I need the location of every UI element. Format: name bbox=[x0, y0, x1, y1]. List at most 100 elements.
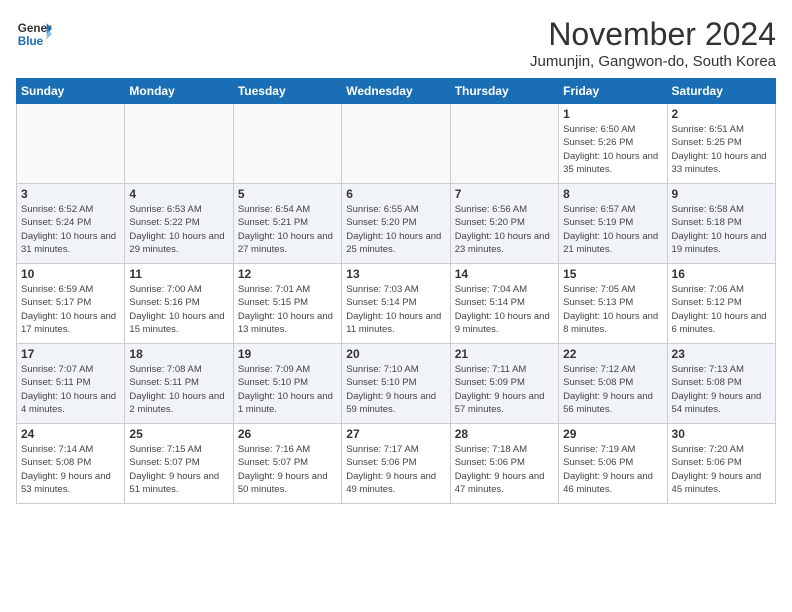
day-number: 29 bbox=[563, 427, 662, 441]
location: Jumunjin, Gangwon-do, South Korea bbox=[530, 53, 776, 70]
day-info: Sunrise: 6:50 AM Sunset: 5:26 PM Dayligh… bbox=[563, 123, 662, 176]
weekday-header-saturday: Saturday bbox=[667, 79, 775, 104]
day-info: Sunrise: 7:06 AM Sunset: 5:12 PM Dayligh… bbox=[672, 283, 771, 336]
day-info: Sunrise: 7:16 AM Sunset: 5:07 PM Dayligh… bbox=[238, 443, 337, 496]
calendar-day bbox=[17, 104, 125, 184]
day-number: 28 bbox=[455, 427, 554, 441]
calendar-day: 8 Sunrise: 6:57 AM Sunset: 5:19 PM Daylig… bbox=[559, 184, 667, 264]
calendar-week-row: 3 Sunrise: 6:52 AM Sunset: 5:24 PM Daylig… bbox=[17, 184, 776, 264]
calendar-day: 5Sunrise: 6:54 AM Sunset: 5:21 PM Daylig… bbox=[233, 184, 341, 264]
calendar-day: 2 Sunrise: 6:51 AM Sunset: 5:25 PM Daylig… bbox=[667, 104, 775, 184]
day-number: 27 bbox=[346, 427, 445, 441]
day-info: Sunrise: 7:01 AM Sunset: 5:15 PM Dayligh… bbox=[238, 283, 337, 336]
day-info: Sunrise: 7:13 AM Sunset: 5:08 PM Dayligh… bbox=[672, 363, 771, 416]
calendar-day bbox=[233, 104, 341, 184]
calendar-day: 13Sunrise: 7:03 AM Sunset: 5:14 PM Dayli… bbox=[342, 264, 450, 344]
svg-text:Blue: Blue bbox=[18, 35, 44, 48]
day-info: Sunrise: 7:05 AM Sunset: 5:13 PM Dayligh… bbox=[563, 283, 662, 336]
calendar-day: 30Sunrise: 7:20 AM Sunset: 5:06 PM Dayli… bbox=[667, 424, 775, 504]
calendar-day: 6 Sunrise: 6:55 AM Sunset: 5:20 PM Daylig… bbox=[342, 184, 450, 264]
day-number: 11 bbox=[129, 267, 228, 281]
day-info: Sunrise: 7:18 AM Sunset: 5:06 PM Dayligh… bbox=[455, 443, 554, 496]
day-info: Sunrise: 7:08 AM Sunset: 5:11 PM Dayligh… bbox=[129, 363, 228, 416]
day-info: Sunrise: 6:54 AM Sunset: 5:21 PM Dayligh… bbox=[238, 203, 337, 256]
day-info: Sunrise: 7:07 AM Sunset: 5:11 PM Dayligh… bbox=[21, 363, 120, 416]
day-info: Sunrise: 7:03 AM Sunset: 5:14 PM Dayligh… bbox=[346, 283, 445, 336]
day-number: 7 bbox=[455, 187, 554, 201]
day-info: Sunrise: 6:52 AM Sunset: 5:24 PM Dayligh… bbox=[21, 203, 120, 256]
day-number: 26 bbox=[238, 427, 337, 441]
day-number: 19 bbox=[238, 347, 337, 361]
day-number: 20 bbox=[346, 347, 445, 361]
day-info: Sunrise: 6:59 AM Sunset: 5:17 PM Dayligh… bbox=[21, 283, 120, 336]
day-number: 2 bbox=[672, 107, 771, 121]
weekday-header-wednesday: Wednesday bbox=[342, 79, 450, 104]
calendar-day: 21 Sunrise: 7:11 AM Sunset: 5:09 PM Dayli… bbox=[450, 344, 558, 424]
day-number: 23 bbox=[672, 347, 771, 361]
day-number: 25 bbox=[129, 427, 228, 441]
title-block: November 2024 Jumunjin, Gangwon-do, Sout… bbox=[530, 16, 776, 70]
day-info: Sunrise: 7:19 AM Sunset: 5:06 PM Dayligh… bbox=[563, 443, 662, 496]
day-number: 10 bbox=[21, 267, 120, 281]
day-number: 22 bbox=[563, 347, 662, 361]
calendar-day: 23 Sunrise: 7:13 AM Sunset: 5:08 PM Dayli… bbox=[667, 344, 775, 424]
day-info: Sunrise: 7:15 AM Sunset: 5:07 PM Dayligh… bbox=[129, 443, 228, 496]
calendar-week-row: 17 Sunrise: 7:07 AM Sunset: 5:11 PM Dayli… bbox=[17, 344, 776, 424]
calendar-day: 19 Sunrise: 7:09 AM Sunset: 5:10 PM Dayli… bbox=[233, 344, 341, 424]
day-number: 6 bbox=[346, 187, 445, 201]
day-number: 9 bbox=[672, 187, 771, 201]
day-info: Sunrise: 7:10 AM Sunset: 5:10 PM Dayligh… bbox=[346, 363, 445, 416]
calendar-table: SundayMondayTuesdayWednesdayThursdayFrid… bbox=[16, 78, 776, 504]
day-info: Sunrise: 7:14 AM Sunset: 5:08 PM Dayligh… bbox=[21, 443, 120, 496]
day-info: Sunrise: 7:00 AM Sunset: 5:16 PM Dayligh… bbox=[129, 283, 228, 336]
logo: General Blue bbox=[16, 16, 52, 52]
day-number: 21 bbox=[455, 347, 554, 361]
weekday-header-sunday: Sunday bbox=[17, 79, 125, 104]
day-number: 3 bbox=[21, 187, 120, 201]
day-info: Sunrise: 6:57 AM Sunset: 5:19 PM Dayligh… bbox=[563, 203, 662, 256]
page-header: General Blue November 2024 Jumunjin, Gan… bbox=[16, 16, 776, 70]
calendar-day: 24 Sunrise: 7:14 AM Sunset: 5:08 PM Dayli… bbox=[17, 424, 125, 504]
day-number: 18 bbox=[129, 347, 228, 361]
day-number: 12 bbox=[238, 267, 337, 281]
calendar-day: 25 Sunrise: 7:15 AM Sunset: 5:07 PM Dayli… bbox=[125, 424, 233, 504]
calendar-day: 11 Sunrise: 7:00 AM Sunset: 5:16 PM Dayli… bbox=[125, 264, 233, 344]
calendar-day: 18 Sunrise: 7:08 AM Sunset: 5:11 PM Dayli… bbox=[125, 344, 233, 424]
calendar-day: 3 Sunrise: 6:52 AM Sunset: 5:24 PM Daylig… bbox=[17, 184, 125, 264]
day-number: 8 bbox=[563, 187, 662, 201]
calendar-day: 12 Sunrise: 7:01 AM Sunset: 5:15 PM Dayli… bbox=[233, 264, 341, 344]
calendar-day: 14 Sunrise: 7:04 AM Sunset: 5:14 PM Dayli… bbox=[450, 264, 558, 344]
day-number: 16 bbox=[672, 267, 771, 281]
day-info: Sunrise: 6:55 AM Sunset: 5:20 PM Dayligh… bbox=[346, 203, 445, 256]
day-info: Sunrise: 7:09 AM Sunset: 5:10 PM Dayligh… bbox=[238, 363, 337, 416]
day-number: 17 bbox=[21, 347, 120, 361]
day-number: 15 bbox=[563, 267, 662, 281]
calendar-week-row: 1 Sunrise: 6:50 AM Sunset: 5:26 PM Daylig… bbox=[17, 104, 776, 184]
day-info: Sunrise: 7:11 AM Sunset: 5:09 PM Dayligh… bbox=[455, 363, 554, 416]
calendar-week-row: 10 Sunrise: 6:59 AM Sunset: 5:17 PM Dayli… bbox=[17, 264, 776, 344]
day-number: 30 bbox=[672, 427, 771, 441]
calendar-day: 10 Sunrise: 6:59 AM Sunset: 5:17 PM Dayli… bbox=[17, 264, 125, 344]
calendar-day: 16 Sunrise: 7:06 AM Sunset: 5:12 PM Dayli… bbox=[667, 264, 775, 344]
logo-icon: General Blue bbox=[16, 16, 52, 52]
calendar-day: 22 Sunrise: 7:12 AM Sunset: 5:08 PM Dayli… bbox=[559, 344, 667, 424]
calendar-day bbox=[342, 104, 450, 184]
day-info: Sunrise: 6:51 AM Sunset: 5:25 PM Dayligh… bbox=[672, 123, 771, 176]
calendar-week-row: 24 Sunrise: 7:14 AM Sunset: 5:08 PM Dayli… bbox=[17, 424, 776, 504]
day-info: Sunrise: 6:53 AM Sunset: 5:22 PM Dayligh… bbox=[129, 203, 228, 256]
calendar-day: 17 Sunrise: 7:07 AM Sunset: 5:11 PM Dayli… bbox=[17, 344, 125, 424]
calendar-day: 15 Sunrise: 7:05 AM Sunset: 5:13 PM Dayli… bbox=[559, 264, 667, 344]
day-number: 4 bbox=[129, 187, 228, 201]
day-info: Sunrise: 7:12 AM Sunset: 5:08 PM Dayligh… bbox=[563, 363, 662, 416]
day-number: 1 bbox=[563, 107, 662, 121]
calendar-day: 20 Sunrise: 7:10 AM Sunset: 5:10 PM Dayli… bbox=[342, 344, 450, 424]
weekday-header-thursday: Thursday bbox=[450, 79, 558, 104]
day-number: 24 bbox=[21, 427, 120, 441]
day-info: Sunrise: 7:04 AM Sunset: 5:14 PM Dayligh… bbox=[455, 283, 554, 336]
calendar-day: 26 Sunrise: 7:16 AM Sunset: 5:07 PM Dayli… bbox=[233, 424, 341, 504]
day-number: 14 bbox=[455, 267, 554, 281]
calendar-day: 28 Sunrise: 7:18 AM Sunset: 5:06 PM Dayli… bbox=[450, 424, 558, 504]
day-info: Sunrise: 6:56 AM Sunset: 5:20 PM Dayligh… bbox=[455, 203, 554, 256]
calendar-day: 29 Sunrise: 7:19 AM Sunset: 5:06 PM Dayli… bbox=[559, 424, 667, 504]
calendar-day: 1 Sunrise: 6:50 AM Sunset: 5:26 PM Daylig… bbox=[559, 104, 667, 184]
